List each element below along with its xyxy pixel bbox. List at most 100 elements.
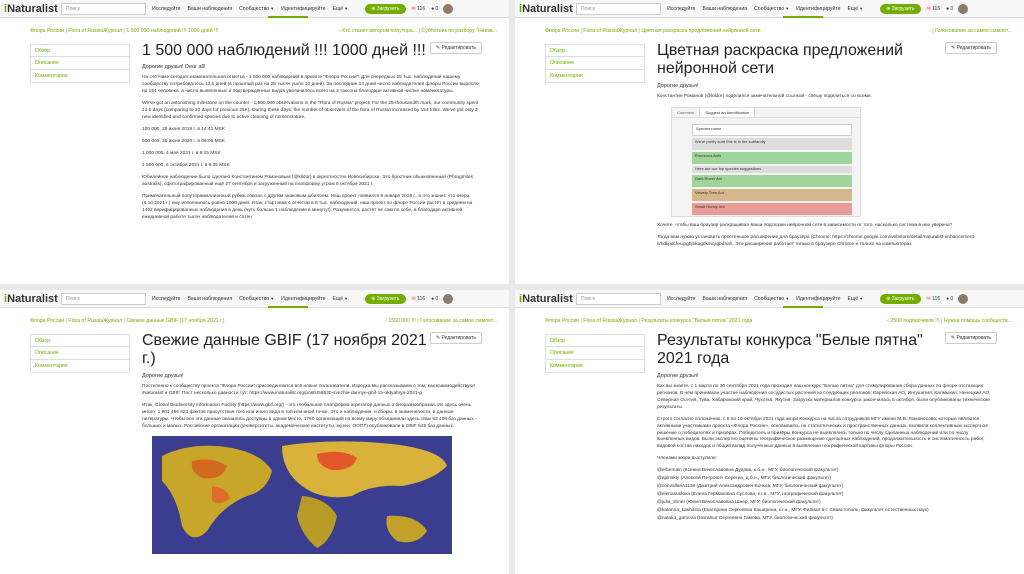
nav-your-observations[interactable]: Ваши наблюдения	[702, 296, 747, 302]
nav-explore[interactable]: Исследуйте	[152, 6, 180, 12]
notifications-counter[interactable]: ● 0	[946, 6, 953, 12]
chevron-down-icon: ▼	[785, 5, 790, 11]
search-input[interactable]: Поиск	[576, 292, 661, 305]
nav-your-observations[interactable]: Ваши наблюдения	[187, 6, 232, 12]
sidebar-item-overview[interactable]: Обзор	[545, 334, 645, 347]
sidebar-item-overview[interactable]: Обзор	[30, 44, 130, 57]
nav-more[interactable]: Ещё▼	[848, 6, 864, 12]
nav-explore[interactable]: Исследуйте	[152, 296, 180, 302]
nav-community-label: Сообщество	[754, 5, 785, 12]
post-pager[interactable]: ‹ | Голосование за самое сммлет...	[929, 28, 1012, 34]
nav-community[interactable]: Сообщество▼	[754, 6, 789, 12]
notifications-counter[interactable]: ● 0	[946, 296, 953, 302]
avatar[interactable]	[443, 3, 454, 14]
sidebar-item-overview[interactable]: Обзор	[30, 334, 130, 347]
edit-label: Редактировать	[956, 45, 991, 51]
logo-text: Naturalist	[522, 2, 573, 15]
sidebar-item-description[interactable]: Описание	[30, 57, 130, 70]
nav-more[interactable]: Ещё▼	[333, 6, 349, 12]
search-input[interactable]: Поиск	[576, 2, 661, 15]
breadcrumb-journal[interactable]: Flora of RussiaЖурнал	[583, 318, 637, 324]
nav-more[interactable]: Ещё▼	[848, 296, 864, 302]
world-map-image	[152, 435, 452, 554]
notifications-counter[interactable]: ● 0	[431, 296, 438, 302]
inaturalist-logo[interactable]: iNaturalist	[519, 3, 576, 15]
comment-icon: ●	[946, 5, 950, 12]
notifications-counter[interactable]: ● 0	[431, 6, 438, 12]
inaturalist-logo[interactable]: iNaturalist	[519, 293, 576, 305]
milestone-link[interactable]: 1 000 000, 4 мая 2021 г. в 9:15 MSK	[142, 151, 482, 158]
avatar[interactable]	[958, 293, 969, 304]
milestone-link[interactable]: 500 000, 26 июня 2020 г. в 06:06 MSK	[142, 139, 482, 146]
jury-member: @apinskiy (Алексей Петрович Серегин, д.б…	[657, 476, 832, 482]
avatar[interactable]	[958, 3, 969, 14]
search-input[interactable]: Поиск	[61, 2, 146, 15]
search-input[interactable]: Поиск	[61, 292, 146, 305]
post-pager[interactable]: ‹ Кто станет автором полутора... | Суббо…	[339, 28, 497, 34]
edit-button[interactable]: ✎ Редактировать	[429, 332, 482, 344]
sidebar-item-comments[interactable]: Комментарии	[545, 70, 645, 83]
post-pager[interactable]: ‹ 2500 подписчиков !!! | Нужна помощь со…	[887, 318, 1012, 324]
breadcrumb-journal[interactable]: Flora of RussiaЖурнал	[68, 318, 122, 324]
chevron-down-icon: ▼	[344, 5, 349, 11]
inaturalist-logo[interactable]: iNaturalist	[4, 3, 61, 15]
nav-community[interactable]: Сообщество▼	[239, 6, 274, 12]
messages-counter[interactable]: ✉ 116	[412, 296, 426, 302]
breadcrumb-journal[interactable]: Flora of RussiaЖурнал	[68, 28, 122, 34]
edit-button[interactable]: ✎ Редактировать	[429, 42, 482, 54]
nav-identify[interactable]: Идентифицируйте	[796, 6, 840, 12]
nav-more[interactable]: Ещё▼	[333, 296, 349, 302]
nav-identify[interactable]: Идентифицируйте	[281, 6, 325, 12]
edit-button[interactable]: ✎ Редактировать	[944, 332, 997, 344]
nav-identify[interactable]: Идентифицируйте	[796, 296, 840, 302]
milestone-link[interactable]: 100 000, 26 июня 2019 г. в 14:41 MSK	[142, 127, 482, 134]
suggestion-list: Species name We're pretty sure this is i…	[692, 123, 852, 217]
paragraph: Примечательный полуторамиллионный рубеж …	[142, 193, 473, 220]
messages-counter[interactable]: ✉ 116	[412, 6, 426, 12]
post-greeting: Дорогие друзья! Dear all!	[142, 64, 206, 71]
sidebar-item-comments[interactable]: Комментарии	[545, 360, 645, 373]
nav-community[interactable]: Сообщество▼	[754, 296, 789, 302]
pane-bottom-right: iNaturalist Поиск Исследуйте Ваши наблюд…	[515, 290, 1024, 574]
comment-icon: ●	[946, 295, 950, 302]
post-body: 1 500 000 наблюдений !!! 1000 дней !!! ✎…	[142, 38, 482, 227]
sidebar-item-comments[interactable]: Комментарии	[30, 360, 130, 373]
breadcrumb-project[interactable]: Флора России	[30, 318, 64, 324]
paragraph: Тогда вам нужно установить простенькое р…	[657, 234, 976, 247]
chevron-down-icon: ▼	[344, 295, 349, 301]
breadcrumb-row: Флора России | Flora of RussiaЖурнал | 1…	[0, 24, 509, 38]
content: Обзор Описание Комментарии Свежие данные…	[0, 328, 509, 554]
nav-community-label: Сообщество	[754, 295, 785, 302]
sidebar-item-overview[interactable]: Обзор	[545, 44, 645, 57]
breadcrumb-project[interactable]: Флора России	[545, 28, 579, 34]
inaturalist-logo[interactable]: iNaturalist	[4, 293, 61, 305]
nav-explore[interactable]: Исследуйте	[667, 296, 695, 302]
post-greeting: Дорогие друзья!	[657, 82, 699, 89]
messages-counter[interactable]: ✉ 116	[927, 6, 941, 12]
edit-button[interactable]: ✎ Редактировать	[944, 42, 997, 54]
nav-community[interactable]: Сообщество▼	[239, 296, 274, 302]
upload-button[interactable]: ⊕ Загрузить	[880, 3, 921, 14]
edit-label: Редактировать	[441, 45, 476, 51]
nav-your-observations[interactable]: Ваши наблюдения	[187, 296, 232, 302]
sidebar-item-comments[interactable]: Комментарии	[30, 70, 130, 83]
sidebar-item-description[interactable]: Описание	[30, 347, 130, 360]
upload-button[interactable]: ⊕ Загрузить	[880, 293, 921, 304]
upload-button[interactable]: ⊕ Загрузить	[365, 3, 406, 14]
avatar[interactable]	[443, 293, 454, 304]
nav-explore[interactable]: Исследуйте	[667, 6, 695, 12]
breadcrumb-project[interactable]: Флора России	[30, 28, 64, 34]
upload-button[interactable]: ⊕ Загрузить	[365, 293, 406, 304]
chevron-down-icon: ▼	[785, 295, 790, 301]
breadcrumb-journal[interactable]: Flora of RussiaЖурнал	[583, 28, 637, 34]
messages-counter[interactable]: ✉ 116	[927, 296, 941, 302]
post-pager[interactable]: ‹ 1560 000 !!! | Голосование за самое см…	[385, 318, 497, 324]
post-header: Результаты конкурса "Белые пятна" 2021 г…	[657, 328, 997, 369]
sidebar-item-description[interactable]: Описание	[545, 347, 645, 360]
breadcrumb-project[interactable]: Флора России	[545, 318, 579, 324]
jury-member: @julia_shner (Юлия Вячеславовна Шнер, МГ…	[657, 500, 821, 506]
nav-identify[interactable]: Идентифицируйте	[281, 296, 325, 302]
sidebar-item-description[interactable]: Описание	[545, 57, 645, 70]
milestone-link[interactable]: 1 500 000, 6 октября 2021 г. в 9:35 MSK	[142, 163, 482, 170]
nav-your-observations[interactable]: Ваши наблюдения	[702, 6, 747, 12]
